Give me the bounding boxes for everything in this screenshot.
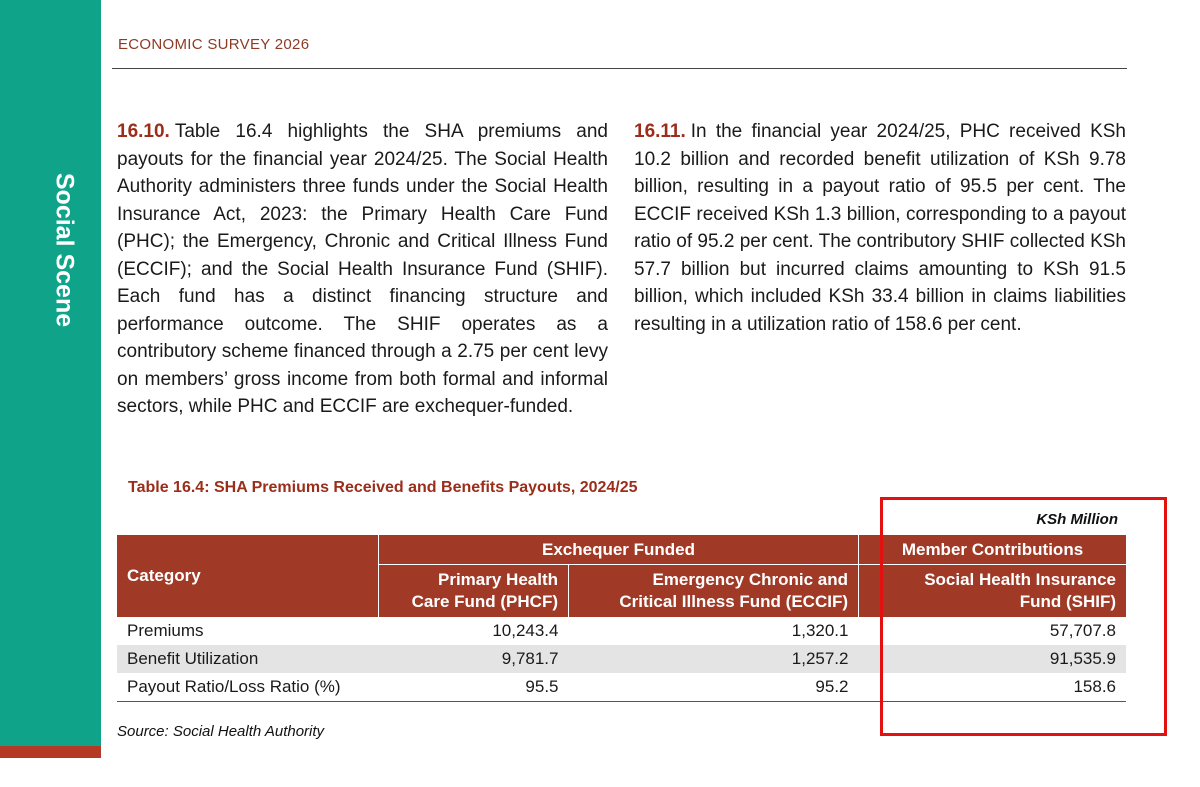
eccif-value: 95.2 bbox=[568, 673, 859, 702]
phcf-value: 10,243.4 bbox=[492, 621, 559, 640]
row-category: Payout Ratio/Loss Ratio (%) bbox=[117, 673, 379, 702]
exchequer-group-header: Exchequer Funded bbox=[378, 535, 859, 565]
table-title: Table 16.4: SHA Premiums Received and Be… bbox=[128, 479, 638, 496]
paragraph-number: 16.11. bbox=[634, 121, 686, 142]
phcf-value: 95.5 bbox=[378, 673, 569, 702]
paragraph-16-10: 16.10. Table 16.4 highlights the SHA prem… bbox=[117, 118, 608, 421]
paragraph-16-11: 16.11. In the financial year 2024/25, PHC… bbox=[634, 118, 1126, 338]
eccif-header-line1: Emergency Chronic and bbox=[652, 570, 848, 589]
eccif-header-line2: Critical Illness Fund (ECCIF) bbox=[619, 592, 848, 611]
sidebar-band: Social Scene bbox=[0, 0, 101, 748]
phcf-value: 9,781.7 bbox=[378, 645, 569, 673]
document-header: ECONOMIC SURVEY 2026 bbox=[118, 36, 310, 53]
row-category: Premiums bbox=[127, 621, 204, 640]
paragraph-text: In the financial year 2024/25, PHC recei… bbox=[634, 121, 1126, 335]
sidebar-bottom-accent bbox=[0, 746, 101, 758]
phcf-header-line1: Primary Health bbox=[438, 570, 558, 589]
eccif-header: Emergency Chronic and Critical Illness Fu… bbox=[568, 564, 859, 617]
eccif-value: 1,320.1 bbox=[791, 621, 849, 640]
row-category: Benefit Utilization bbox=[117, 645, 379, 673]
section-label: Social Scene bbox=[50, 172, 79, 328]
phcf-header-line2: Care Fund (PHCF) bbox=[411, 592, 558, 611]
highlight-box bbox=[880, 497, 1167, 736]
paragraph-text: Table 16.4 highlights the SHA premiums a… bbox=[117, 121, 608, 417]
paragraph-number: 16.10. bbox=[117, 121, 170, 142]
table-source: Source: Social Health Authority bbox=[117, 723, 325, 740]
category-header: Category bbox=[117, 535, 379, 617]
header-divider bbox=[112, 68, 1127, 69]
eccif-value: 1,257.2 bbox=[568, 645, 859, 673]
phcf-header: Primary Health Care Fund (PHCF) bbox=[378, 564, 569, 617]
